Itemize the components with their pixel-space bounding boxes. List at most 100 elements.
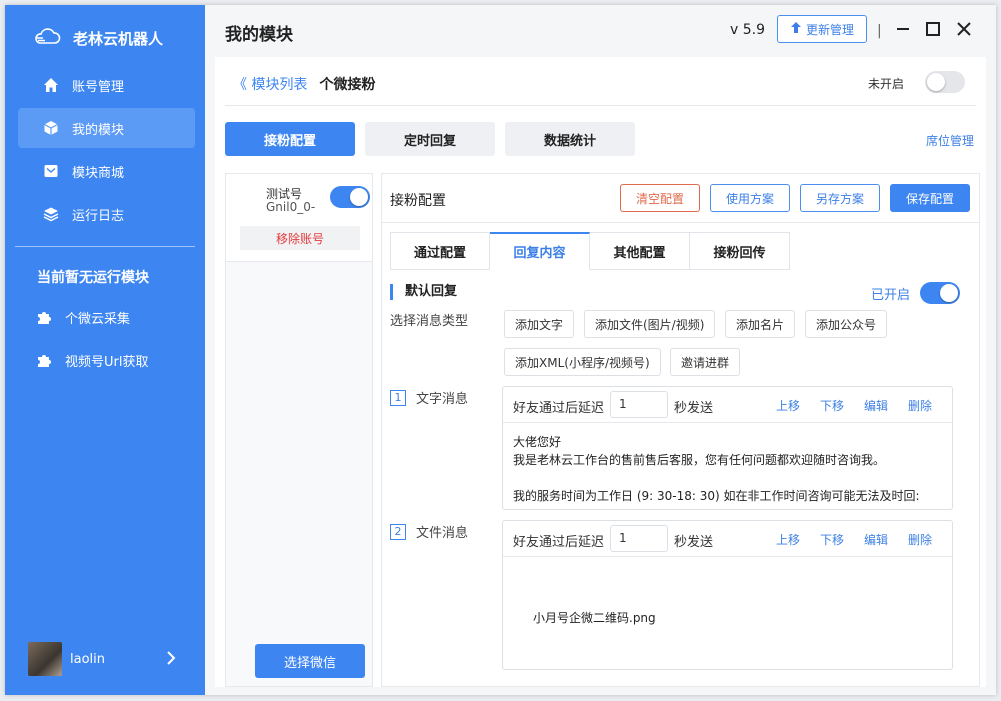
- mail-icon: [42, 162, 60, 180]
- reply-status-label: 已开启: [871, 288, 911, 303]
- sidebar: 老林云机器人 账号管理 我的模块 模块商城 运行日志 当前暂无运行模块 个微云采…: [5, 5, 205, 695]
- add-file-button[interactable]: 添加文件(图片/视频): [584, 310, 716, 338]
- app-window: 老林云机器人 账号管理 我的模块 模块商城 运行日志 当前暂无运行模块 个微云采…: [5, 5, 996, 695]
- nav-item-module-store[interactable]: 模块商城: [18, 151, 195, 191]
- save-config-button[interactable]: 保存配置: [890, 184, 970, 212]
- subtab-fan-callback[interactable]: 接粉回传: [690, 232, 790, 270]
- nav-label: 运行日志: [72, 208, 125, 224]
- avatar: [28, 642, 62, 676]
- message-line: 我的服务时间为工作日 (9: 30-18: 30) 如在非工作时间咨询可能无法及…: [513, 489, 920, 503]
- account-id: Gnil0_0-: [266, 200, 316, 214]
- move-down-link[interactable]: 下移: [820, 531, 844, 548]
- nav-label: 我的模块: [72, 122, 125, 138]
- edit-link[interactable]: 编辑: [864, 397, 888, 414]
- module-enable-toggle[interactable]: [925, 71, 965, 93]
- title-bar: 我的模块 v 5.9 更新管理 |: [205, 5, 996, 57]
- delay-input[interactable]: 1: [610, 391, 668, 418]
- seat-management-link[interactable]: 席位管理: [926, 132, 974, 149]
- add-card-button[interactable]: 添加名片: [725, 310, 796, 338]
- chevron-right-icon[interactable]: [165, 650, 177, 671]
- invite-group-button[interactable]: 邀请进群: [670, 348, 741, 376]
- move-up-link[interactable]: 上移: [776, 531, 800, 548]
- account-list: 测试号 Gnil0_0- 移除账号 选择微信: [225, 173, 373, 687]
- plugin-item-collect[interactable]: 个微云采集: [35, 308, 130, 327]
- account-card[interactable]: 测试号 Gnil0_0- 移除账号: [226, 174, 372, 262]
- sidebar-divider: [15, 246, 195, 247]
- remove-account-button[interactable]: 移除账号: [240, 226, 360, 250]
- message-card-header: 好友通过后延迟 1 秒发送 上移 下移 编辑 删除: [503, 387, 952, 423]
- config-panel: 接粉配置 清空配置 使用方案 另存方案 保存配置 通过配置 回复内容 其他配置 …: [381, 173, 980, 687]
- upload-arrow-icon: [790, 21, 802, 37]
- maximize-icon[interactable]: [921, 17, 945, 41]
- move-down-link[interactable]: 下移: [820, 397, 844, 414]
- cube-icon: [42, 119, 60, 137]
- back-to-module-list[interactable]: 《 模块列表: [233, 74, 307, 94]
- message-text-body: 大佬您好 我是老林云工作台的售前售后客服，您有任何问题都欢迎随时咨询我。 我的服…: [513, 433, 920, 505]
- subtab-pass-config[interactable]: 通过配置: [390, 232, 490, 270]
- cloud-logo-icon: [33, 27, 61, 49]
- add-xml-button[interactable]: 添加XML(小程序/视频号): [504, 348, 661, 376]
- update-manage-button[interactable]: 更新管理: [777, 15, 867, 43]
- clear-config-button[interactable]: 清空配置: [620, 184, 700, 212]
- running-modules-title: 当前暂无运行模块: [37, 270, 149, 286]
- delay-unit: 秒发送: [674, 401, 714, 416]
- default-reply-heading: 默认回复: [390, 284, 457, 300]
- subtab-reply-content[interactable]: 回复内容: [490, 232, 590, 270]
- module-status-label: 未开启: [868, 77, 905, 91]
- nav-label: 模块商城: [72, 165, 125, 181]
- message-line: 大佬您好: [513, 435, 562, 449]
- close-icon[interactable]: [952, 17, 976, 41]
- puzzle-icon: [35, 352, 53, 370]
- page-title: 我的模块: [225, 25, 293, 45]
- add-official-account-button[interactable]: 添加公众号: [805, 310, 888, 338]
- message-line: 我是老林云工作台的售前售后客服，您有任何问题都欢迎随时咨询我。: [513, 453, 886, 467]
- nav-label: 账号管理: [72, 79, 125, 95]
- edit-link[interactable]: 编辑: [864, 531, 888, 548]
- config-divider: [382, 222, 979, 223]
- message-card-header: 好友通过后延迟 1 秒发送 上移 下移 编辑 删除: [503, 521, 952, 557]
- message-label: 2 文件消息: [390, 522, 468, 541]
- message-line-blank: [513, 469, 920, 487]
- header-separator: |: [877, 23, 882, 39]
- header-divider: [225, 105, 976, 106]
- message-type-name: 文件消息: [416, 526, 469, 541]
- version-label: v 5.9: [730, 22, 765, 38]
- message-card: 好友通过后延迟 1 秒发送 上移 下移 编辑 删除 大佬您好 我是老林云工作台的…: [502, 386, 953, 510]
- select-wechat-button[interactable]: 选择微信: [255, 644, 365, 678]
- use-plan-button[interactable]: 使用方案: [710, 184, 790, 212]
- update-label: 更新管理: [805, 22, 854, 37]
- add-text-button[interactable]: 添加文字: [504, 310, 575, 338]
- minimize-icon[interactable]: [891, 17, 915, 41]
- nav-item-my-modules[interactable]: 我的模块: [18, 108, 195, 148]
- nav-item-accounts[interactable]: 账号管理: [18, 65, 195, 105]
- puzzle-icon: [35, 309, 53, 327]
- default-reply-toggle[interactable]: [920, 282, 960, 304]
- user-profile[interactable]: laolin: [28, 642, 105, 676]
- message-type-label: 选择消息类型: [390, 314, 469, 329]
- tab-statistics[interactable]: 数据统计: [505, 122, 635, 156]
- plugin-label: 视频号Url获取: [65, 355, 149, 370]
- tab-fan-config[interactable]: 接粉配置: [225, 122, 355, 156]
- plugin-item-video-url[interactable]: 视频号Url获取: [35, 351, 148, 370]
- delete-link[interactable]: 删除: [908, 531, 932, 548]
- message-number: 2: [390, 523, 406, 540]
- brand-name: 老林云机器人: [73, 29, 164, 48]
- file-name: 小月号企微二维码.png: [533, 611, 656, 625]
- nav-item-logs[interactable]: 运行日志: [18, 194, 195, 234]
- account-enable-toggle[interactable]: [330, 186, 370, 208]
- subtab-other-config[interactable]: 其他配置: [590, 232, 690, 270]
- tab-scheduled-reply[interactable]: 定时回复: [365, 122, 495, 156]
- save-as-plan-button[interactable]: 另存方案: [800, 184, 880, 212]
- config-title: 接粉配置: [390, 193, 446, 209]
- delete-link[interactable]: 删除: [908, 397, 932, 414]
- delay-label: 好友通过后延迟: [513, 401, 605, 416]
- message-label: 1 文字消息: [390, 388, 468, 407]
- home-icon: [42, 76, 60, 94]
- move-up-link[interactable]: 上移: [776, 397, 800, 414]
- breadcrumb-current: 个微接粉: [319, 77, 376, 93]
- message-card: 好友通过后延迟 1 秒发送 上移 下移 编辑 删除 小月号企微二维码.png: [502, 520, 953, 670]
- delay-input[interactable]: 1: [610, 525, 668, 552]
- layers-icon: [42, 205, 60, 223]
- delay-unit: 秒发送: [674, 535, 714, 550]
- main-panel: 《 模块列表 个微接粉 未开启 接粉配置 定时回复 数据统计 席位管理 测试号 …: [215, 57, 986, 687]
